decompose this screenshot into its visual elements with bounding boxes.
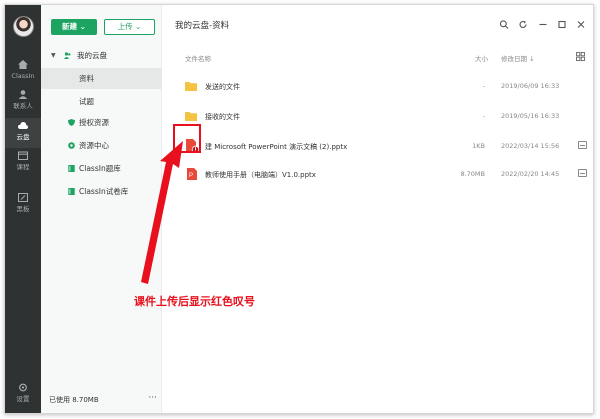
annotation-text: 课件上传后显示红色叹号 — [134, 295, 255, 308]
annotation-arrow-icon — [141, 141, 183, 284]
